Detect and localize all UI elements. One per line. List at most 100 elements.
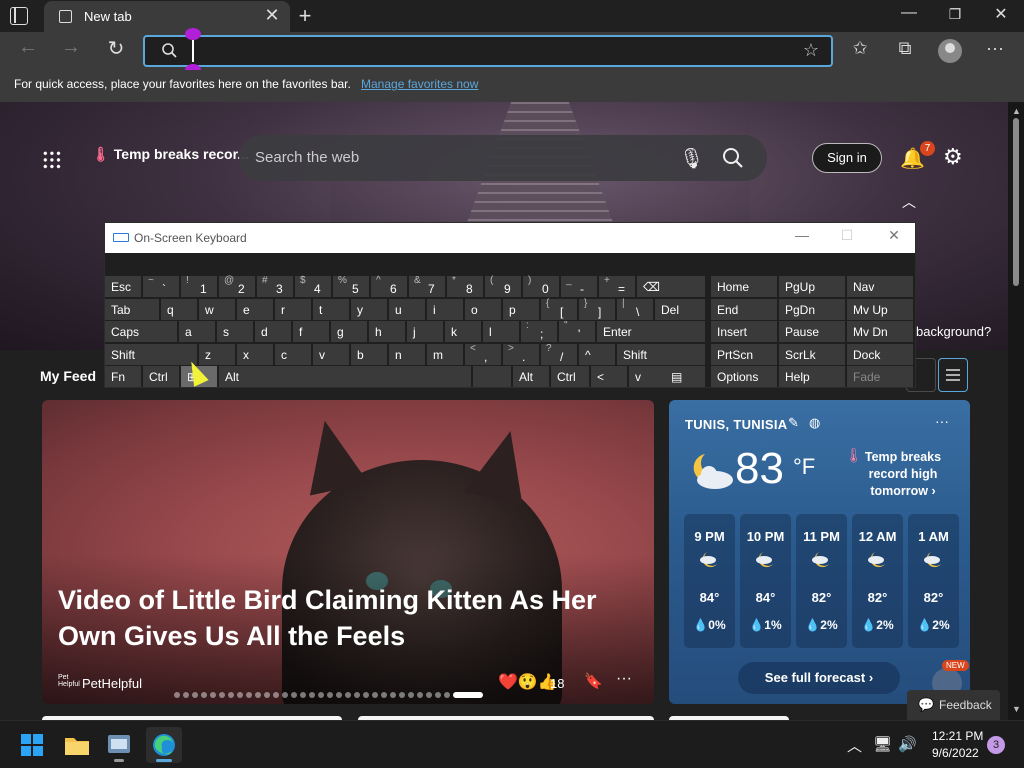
on-screen-keyboard-app[interactable] [101, 727, 137, 763]
article-source[interactable]: PetHelpful [82, 676, 142, 691]
new-tab-button[interactable]: + [294, 3, 316, 29]
hour-tile[interactable]: 9 PM 84° 💧0% [684, 514, 735, 648]
carousel-dot[interactable] [264, 692, 270, 698]
temperature-unit[interactable]: °F [793, 454, 815, 480]
osk-key[interactable]: Mv Dn [847, 321, 913, 342]
carousel-dot[interactable] [354, 692, 360, 698]
osk-key[interactable]: Fn [105, 366, 141, 387]
file-explorer-app[interactable] [59, 727, 95, 763]
background-question[interactable]: background? [916, 324, 991, 339]
osk-title-bar[interactable]: On-Screen Keyboard — ☐ ✕ [105, 223, 915, 253]
globe-icon[interactable]: ◍ [809, 415, 820, 431]
osk-key[interactable]: Esc [105, 276, 141, 297]
osk-key[interactable]: c [275, 343, 311, 365]
osk-key[interactable]: Del [655, 298, 705, 320]
osk-key[interactable]: t [313, 298, 349, 320]
osk-key[interactable]: _ - [561, 275, 597, 297]
osk-key[interactable]: m [427, 343, 463, 365]
carousel-dot[interactable] [435, 692, 441, 698]
more-options-icon[interactable]: ··· [616, 670, 632, 688]
search-icon[interactable] [722, 147, 744, 169]
carousel-dot[interactable] [417, 692, 423, 698]
chevron-up-icon[interactable]: ︿ [902, 192, 916, 212]
osk-key[interactable]: Ctrl [551, 366, 589, 387]
reactions-icon[interactable]: ❤️😲👍 [498, 672, 558, 692]
osk-key[interactable]: b [351, 343, 387, 365]
refresh-button[interactable]: ↻ [102, 36, 130, 61]
close-window-icon[interactable]: ✕ [989, 4, 1013, 24]
article-title[interactable]: Video of Little Bird Claiming Kitten As … [58, 582, 638, 654]
osk-key[interactable]: (9 [485, 275, 521, 297]
weather-alert[interactable]: Temp breaks record high tomorrow › [847, 449, 959, 500]
osk-key[interactable]: Alt [513, 366, 549, 387]
osk-key[interactable]: #3 [257, 275, 293, 297]
carousel-dot[interactable] [426, 692, 432, 698]
minimize-icon[interactable]: — [897, 4, 921, 22]
carousel-dot[interactable] [282, 692, 288, 698]
osk-key[interactable]: Mv Up [847, 298, 913, 320]
osk-key[interactable]: x [237, 343, 273, 365]
carousel-dot[interactable] [210, 692, 216, 698]
osk-key[interactable]: z [199, 343, 235, 365]
web-search-box[interactable]: Search the web 🎙 [239, 135, 767, 181]
carousel-dot[interactable] [237, 692, 243, 698]
osk-key[interactable]: Dock [847, 343, 913, 365]
osk-key[interactable]: Home [711, 276, 777, 297]
osk-key[interactable]: & 7 [409, 275, 445, 297]
volume-icon[interactable]: 🔊 [898, 735, 917, 753]
osk-key[interactable]: PgDn [779, 298, 845, 320]
osk-key[interactable]: j [407, 321, 443, 342]
forward-button[interactable]: → [57, 36, 85, 59]
carousel-dot[interactable] [336, 692, 342, 698]
hour-tile[interactable]: 11 PM 82° 💧2% [796, 514, 847, 648]
osk-key[interactable]: }] [579, 298, 615, 320]
osk-key[interactable]: v [313, 343, 349, 365]
start-button[interactable] [21, 734, 43, 756]
weather-more-icon[interactable]: ··· [935, 413, 949, 429]
list-view-button[interactable] [938, 358, 968, 392]
osk-key[interactable]: q [161, 298, 197, 320]
osk-key[interactable]: Shift [105, 343, 197, 365]
scrollbar-thumb[interactable] [1013, 118, 1019, 286]
carousel-dot[interactable] [453, 692, 483, 698]
sign-in-button[interactable]: Sign in [812, 143, 882, 173]
back-button[interactable]: ← [14, 36, 42, 59]
osk-key[interactable]: Enter [597, 321, 705, 342]
osk-key[interactable]: f [293, 321, 329, 342]
osk-key[interactable]: ) 0 [523, 275, 559, 297]
carousel-dot[interactable] [390, 692, 396, 698]
gear-icon[interactable]: ⚙ [943, 144, 963, 170]
hour-tile[interactable]: 12 AM 82° 💧2% [852, 514, 903, 648]
minimize-icon[interactable]: — [787, 227, 817, 243]
osk-key[interactable]: * 8 [447, 275, 483, 297]
osk-key[interactable]: d [255, 321, 291, 342]
osk-key[interactable]: v [629, 366, 665, 387]
feedback-button[interactable]: 💬 Feedback [907, 690, 1000, 720]
osk-key[interactable]: + = [599, 275, 635, 297]
hour-tile[interactable]: 10 PM 84° 💧1% [740, 514, 791, 648]
osk-key[interactable] [473, 366, 511, 387]
scroll-up-icon[interactable]: ▲ [1012, 106, 1021, 116]
network-icon[interactable]: 🖥 [873, 735, 892, 753]
carousel-dot[interactable] [408, 692, 414, 698]
edge-browser-app[interactable] [146, 727, 182, 763]
carousel-dot[interactable] [201, 692, 207, 698]
osk-key[interactable]: PgUp [779, 276, 845, 297]
carousel-dot[interactable] [183, 692, 189, 698]
osk-key[interactable]: ScrLk [779, 343, 845, 365]
favorites-icon[interactable]: ✩ [847, 38, 873, 59]
collections-icon[interactable]: ⧉ [892, 38, 918, 59]
osk-key[interactable]: w [199, 298, 235, 320]
osk-key[interactable]: s [217, 321, 253, 342]
carousel-dot[interactable] [399, 692, 405, 698]
maximize-icon[interactable]: ☐ [832, 227, 862, 244]
carousel-dot[interactable] [228, 692, 234, 698]
osk-key[interactable]: ^ 6 [371, 275, 407, 297]
osk-key[interactable]: >. [503, 343, 539, 365]
carousel-dot[interactable] [444, 692, 450, 698]
carousel-dot[interactable] [345, 692, 351, 698]
osk-key[interactable]: Insert [711, 321, 777, 342]
chevron-up-icon[interactable]: ︿ [847, 735, 862, 756]
osk-key[interactable]: a [179, 321, 215, 342]
osk-key[interactable]: Fade [847, 366, 913, 387]
